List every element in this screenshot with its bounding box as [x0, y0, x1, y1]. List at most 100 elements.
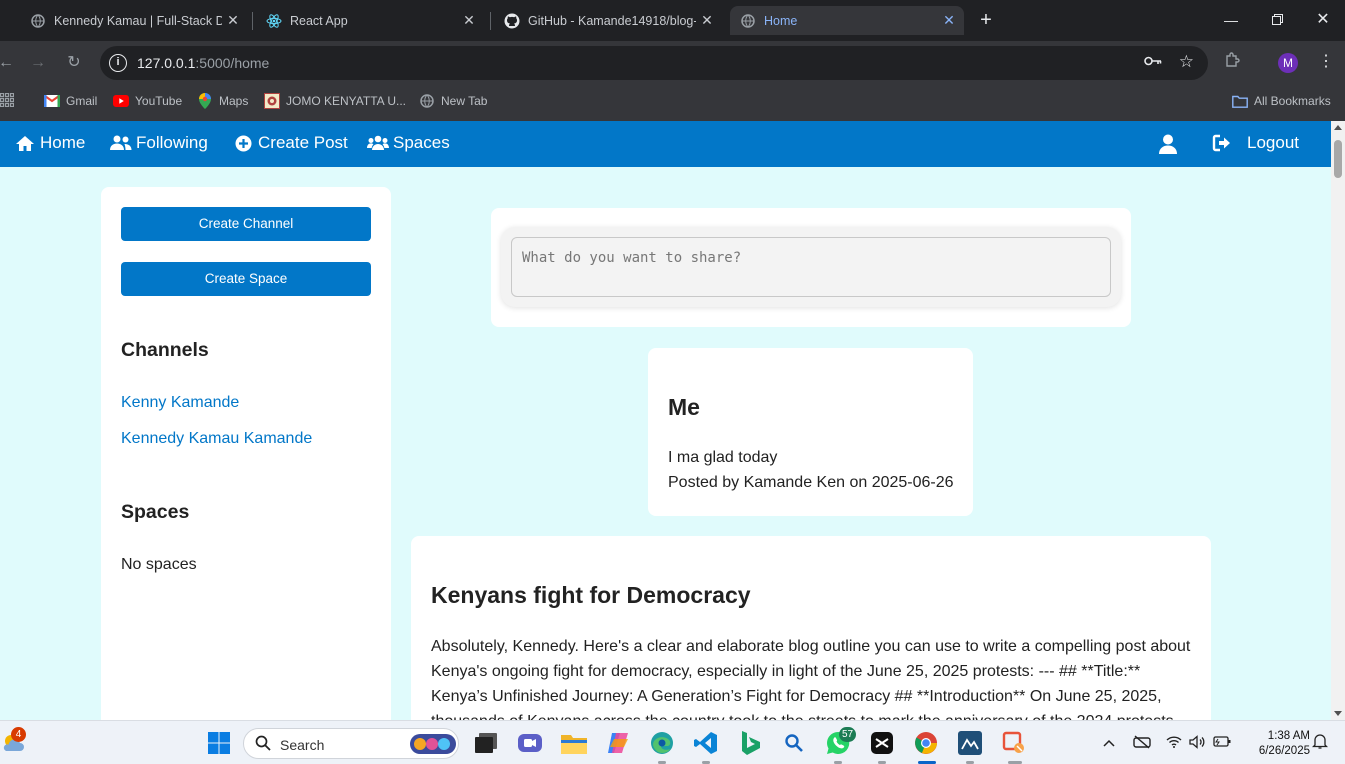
sql-workbench-icon[interactable]	[957, 730, 983, 756]
bookmark-star-icon[interactable]: ☆	[1179, 52, 1194, 72]
channel-link[interactable]: Kennedy Kamau Kamande	[121, 430, 312, 448]
search-highlight-icon	[410, 732, 456, 761]
extensions-icon[interactable]	[1224, 52, 1240, 73]
edge-browser-icon[interactable]	[649, 730, 675, 756]
post-body: I ma glad today	[668, 449, 778, 466]
nav-spaces[interactable]: Spaces	[367, 133, 450, 153]
spaces-heading: Spaces	[121, 501, 190, 523]
post-meta: Posted by Kamande Ken on 2025-06-26	[668, 474, 954, 491]
password-key-icon[interactable]	[1144, 54, 1162, 71]
close-tab-icon[interactable]: ✕	[700, 13, 714, 27]
globe-icon	[740, 13, 756, 29]
notification-bell-icon[interactable]	[1311, 733, 1329, 752]
browser-tab-github[interactable]: GitHub - Kamande14918/blog- ✕	[494, 6, 722, 35]
share-input[interactable]	[511, 237, 1111, 297]
restore-window-icon[interactable]	[1254, 8, 1300, 32]
magnifier-app-icon[interactable]	[781, 730, 807, 756]
windows-taskbar: 4 Search 57 1:38 AM 6/26/2025	[0, 720, 1345, 764]
post-title: Kenyans fight for Democracy	[431, 582, 751, 608]
bookmark-maps[interactable]: Maps	[197, 93, 248, 109]
forward-arrow-icon[interactable]: →	[26, 51, 50, 75]
profile-user-icon[interactable]	[1158, 134, 1178, 154]
site-info-icon[interactable]: i	[109, 54, 127, 72]
capcut-icon[interactable]	[869, 730, 895, 756]
reload-icon[interactable]: ↻	[62, 51, 86, 75]
browser-tab-portfolio[interactable]: Kennedy Kamau | Full-Stack De ✕	[20, 6, 248, 35]
close-tab-icon[interactable]: ✕	[942, 13, 956, 27]
nav-home-label: Home	[40, 133, 86, 152]
nav-following[interactable]: Following	[110, 133, 208, 153]
nav-create-post-label: Create Post	[258, 133, 348, 152]
task-view-icon[interactable]	[473, 730, 499, 756]
new-tab-button[interactable]: +	[976, 10, 996, 30]
nav-logout-label: Logout	[1247, 133, 1299, 152]
bookmark-label: New Tab	[441, 94, 488, 108]
show-hidden-icons-chevron-icon[interactable]	[1103, 735, 1115, 750]
post-card: Me I ma glad today Posted by Kamande Ken…	[648, 348, 973, 516]
address-bar[interactable]: i 127.0.0.1:5000/home ☆	[100, 46, 1208, 80]
url-text[interactable]: 127.0.0.1:5000/home	[137, 55, 269, 71]
channel-link[interactable]: Kenny Kamande	[121, 394, 239, 412]
copilot-icon[interactable]	[605, 730, 631, 756]
browser-tab-react-app[interactable]: React App ✕	[256, 6, 484, 35]
tab-separator	[252, 12, 253, 30]
scrollbar-thumb[interactable]	[1334, 140, 1342, 178]
github-icon	[504, 13, 520, 29]
tab-title: GitHub - Kamande14918/blog-	[528, 13, 696, 28]
nav-logout[interactable]: Logout	[1212, 133, 1299, 153]
users-icon	[110, 133, 132, 153]
bookmark-label: JOMO KENYATTA U...	[286, 94, 407, 108]
scroll-down-arrow-icon[interactable]	[1334, 711, 1342, 716]
close-tab-icon[interactable]: ✕	[226, 13, 240, 27]
minimize-window-icon[interactable]: —	[1208, 8, 1254, 32]
scroll-up-arrow-icon[interactable]	[1334, 125, 1342, 130]
bookmark-youtube[interactable]: YouTube	[113, 93, 182, 109]
browser-tab-strip: Kennedy Kamau | Full-Stack De ✕ React Ap…	[0, 0, 1345, 41]
snipping-tool-icon[interactable]	[1001, 730, 1027, 756]
close-tab-icon[interactable]: ✕	[462, 13, 476, 27]
home-icon	[14, 133, 36, 153]
nav-create-post[interactable]: Create Post	[232, 133, 348, 153]
post-title: Me	[668, 394, 700, 420]
taskbar-search-box[interactable]: Search	[243, 728, 459, 759]
page-viewport: Home Following Create Post Spaces Logout…	[0, 121, 1331, 720]
globe-icon	[30, 13, 46, 29]
create-channel-button[interactable]: Create Channel	[121, 207, 371, 241]
bing-icon[interactable]	[737, 730, 763, 756]
meet-camera-icon[interactable]	[517, 730, 543, 756]
bookmark-label: Maps	[219, 94, 249, 108]
nav-following-label: Following	[136, 133, 208, 152]
chrome-icon[interactable]	[913, 730, 939, 756]
browser-tab-home[interactable]: Home ✕	[730, 6, 964, 35]
bookmark-new-tab[interactable]: New Tab	[419, 93, 487, 109]
bookmark-jkuat[interactable]: JOMO KENYATTA U...	[264, 93, 406, 109]
clock-time: 1:38 AM	[1267, 730, 1310, 742]
page-scrollbar[interactable]	[1331, 121, 1345, 720]
search-label: Search	[280, 737, 325, 753]
close-window-icon[interactable]: ✕	[1300, 8, 1345, 32]
nav-home[interactable]: Home	[14, 133, 85, 153]
back-arrow-icon[interactable]: ←	[0, 51, 18, 75]
bookmark-gmail[interactable]: Gmail	[44, 93, 97, 109]
post-composer	[491, 208, 1131, 327]
volume-icon[interactable]	[1189, 735, 1206, 752]
create-space-button[interactable]: Create Space	[121, 262, 371, 296]
apps-grid-icon[interactable]	[0, 92, 15, 108]
youtube-icon	[113, 93, 129, 109]
clock-date: 6/26/2025	[1258, 745, 1310, 757]
vscode-icon[interactable]	[693, 730, 719, 756]
chrome-menu-icon[interactable]: ⋮	[1318, 51, 1334, 71]
profile-avatar[interactable]: M	[1278, 53, 1298, 73]
post-card: Kenyans fight for Democracy Absolutely, …	[411, 536, 1211, 720]
network-off-icon[interactable]	[1133, 735, 1151, 752]
wifi-icon[interactable]	[1166, 735, 1182, 751]
windows-start-icon[interactable]	[206, 730, 232, 756]
all-bookmarks-folder[interactable]: All Bookmarks	[1232, 93, 1331, 109]
globe-icon	[419, 93, 435, 109]
group-icon	[367, 133, 389, 153]
spaces-empty-text: No spaces	[121, 556, 197, 573]
file-explorer-icon[interactable]	[561, 730, 587, 756]
nav-spaces-label: Spaces	[393, 133, 450, 152]
battery-icon[interactable]	[1213, 735, 1231, 750]
taskbar-clock[interactable]: 1:38 AM 6/26/2025	[1240, 729, 1310, 759]
